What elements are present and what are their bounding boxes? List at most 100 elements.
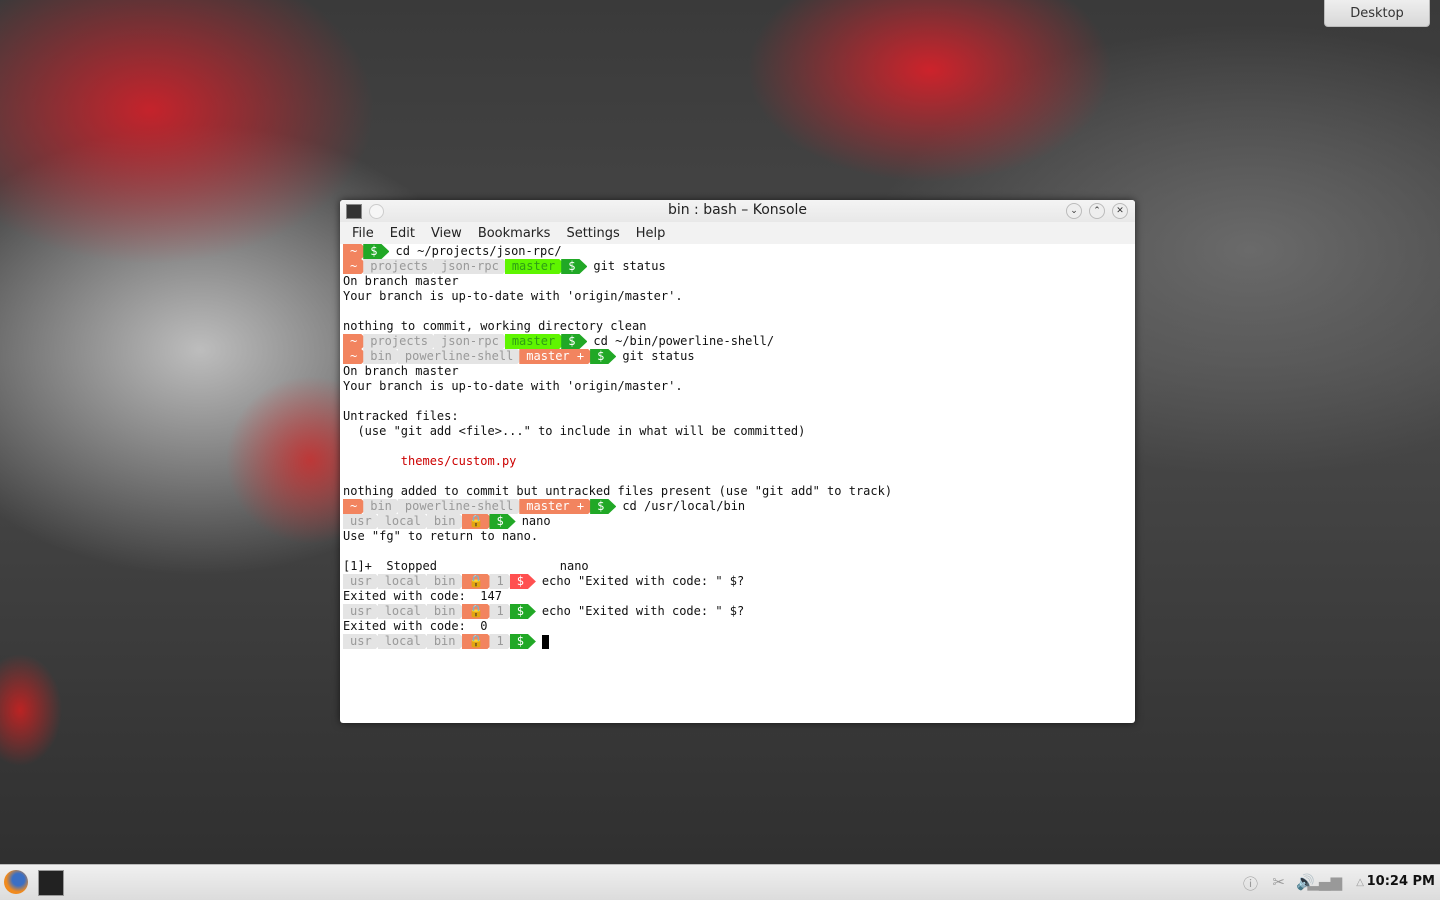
prompt-segment: bin	[427, 634, 468, 649]
prompt-segment: $	[510, 574, 536, 589]
prompt-segment: usr	[343, 604, 384, 619]
prompt-segment: master	[505, 334, 567, 349]
prompt-segment: $	[510, 604, 536, 619]
output-line: Untracked files:	[343, 409, 1132, 424]
prompt-segment: bin	[427, 514, 468, 529]
output-text: nothing to commit, working directory cle…	[343, 319, 647, 333]
output-line: (use "git add <file>..." to include in w…	[343, 424, 1132, 439]
title-bar[interactable]: bin : bash – Konsole ⌄ ⌃ ✕	[340, 200, 1135, 222]
prompt-segment: master	[505, 259, 567, 274]
menu-bar: File Edit View Bookmarks Settings Help	[340, 222, 1135, 244]
output-text: On branch master	[343, 364, 459, 378]
minimize-button[interactable]: ⌄	[1066, 203, 1082, 219]
output-line: Exited with code: 0	[343, 619, 1132, 634]
clock[interactable]: 10:24 PM	[1367, 874, 1435, 889]
output-text: [1]+ Stopped nano	[343, 559, 589, 573]
output-text: On branch master	[343, 274, 459, 288]
prompt-segment: $	[363, 244, 389, 259]
expand-tray-icon[interactable]: △	[1356, 877, 1364, 888]
info-icon[interactable]: ⓘ	[1243, 873, 1258, 894]
command-text: git status	[622, 349, 695, 363]
konsole-task-icon[interactable]	[38, 870, 64, 896]
command-text: cd ~/bin/powerline-shell/	[593, 334, 775, 348]
prompt-segment: usr	[343, 574, 384, 589]
prompt-segment: $	[590, 349, 616, 364]
prompt-segment: $	[590, 499, 616, 514]
prompt-line: ~ projects json-rpc master $ cd ~/bin/powerli…	[343, 334, 1132, 349]
maximize-button[interactable]: ⌃	[1089, 203, 1105, 219]
output-text: Your branch is up-to-date with 'origin/m…	[343, 379, 683, 393]
close-button[interactable]: ✕	[1112, 203, 1128, 219]
prompt-segment: json-rpc	[434, 259, 511, 274]
command-text: cd ~/projects/json-rpc/	[395, 244, 562, 258]
output-line: Use "fg" to return to nano.	[343, 529, 1132, 544]
text-cursor	[541, 634, 549, 649]
prompt-segment: powerline-shell	[398, 349, 525, 364]
prompt-segment: usr	[343, 514, 384, 529]
command-text: echo "Exited with code: " $?	[541, 604, 745, 618]
prompt-segment: local	[378, 514, 433, 529]
prompt-line: ~ bin powerline-shell master + $ git status	[343, 349, 1132, 364]
output-text: Exited with code: 0	[343, 619, 488, 633]
output-line: On branch master	[343, 274, 1132, 289]
output-line: Your branch is up-to-date with 'origin/m…	[343, 289, 1132, 304]
prompt-segment: bin	[363, 349, 404, 364]
output-line: [1]+ Stopped nano	[343, 559, 1132, 574]
desktop-button-label: Desktop	[1350, 5, 1404, 21]
output-text: nothing added to commit but untracked fi…	[343, 484, 893, 498]
prompt-segment: bin	[427, 604, 468, 619]
network-signal-icon[interactable]: ▂▄▆	[1307, 873, 1342, 891]
menu-view[interactable]: View	[423, 226, 470, 241]
prompt-line: ~ $ cd ~/projects/json-rpc/	[343, 244, 1132, 259]
output-text: (use "git add <file>..." to include in w…	[343, 424, 806, 438]
command-text: cd /usr/local/bin	[622, 499, 746, 513]
menu-bookmarks[interactable]: Bookmarks	[470, 226, 559, 241]
prompt-segment: $	[561, 334, 587, 349]
prompt-segment: local	[378, 604, 433, 619]
konsole-window: bin : bash – Konsole ⌄ ⌃ ✕ File Edit Vie…	[340, 200, 1135, 723]
output-line: Your branch is up-to-date with 'origin/m…	[343, 379, 1132, 394]
prompt-line: ~ bin powerline-shell master + $ cd /usr/loca…	[343, 499, 1132, 514]
taskbar: ⓘ ✂ 🔊 ▂▄▆ △ 10:24 PM	[0, 864, 1440, 900]
output-line: themes/custom.py	[343, 454, 1132, 469]
output-text: Use "fg" to return to nano.	[343, 529, 539, 543]
prompt-segment: json-rpc	[434, 334, 511, 349]
output-line: On branch master	[343, 364, 1132, 379]
prompt-segment: master +	[519, 499, 596, 514]
terminal-output[interactable]: ~ $ cd ~/projects/json-rpc/~ projects json-r…	[340, 244, 1135, 649]
menu-file[interactable]: File	[344, 226, 382, 241]
output-text: Your branch is up-to-date with 'origin/m…	[343, 289, 683, 303]
window-title: bin : bash – Konsole	[667, 202, 808, 218]
prompt-line: ~ projects json-rpc master $ git status	[343, 259, 1132, 274]
output-text: themes/custom.py	[343, 454, 517, 468]
prompt-segment: $	[561, 259, 587, 274]
prompt-segment: usr	[343, 634, 384, 649]
klipper-scissors-icon[interactable]: ✂	[1272, 873, 1285, 891]
prompt-line: usr local bin 🔒 1 $ echo "Exited with code: " …	[343, 604, 1132, 619]
desktop-button[interactable]: Desktop	[1324, 0, 1430, 27]
menu-help[interactable]: Help	[628, 226, 674, 241]
prompt-segment: local	[378, 634, 433, 649]
prompt-segment: $	[489, 514, 515, 529]
output-line: Exited with code: 147	[343, 589, 1132, 604]
prompt-segment: bin	[363, 499, 404, 514]
prompt-line: usr local bin 🔒 1 $	[343, 634, 1132, 649]
prompt-line: usr local bin 🔒 $ nano	[343, 514, 1132, 529]
prompt-line: usr local bin 🔒 1 $ echo "Exited with code: " …	[343, 574, 1132, 589]
menu-settings[interactable]: Settings	[558, 226, 627, 241]
output-text: Untracked files:	[343, 409, 459, 423]
prompt-segment: bin	[427, 574, 468, 589]
prompt-segment: projects	[363, 334, 440, 349]
output-line: nothing to commit, working directory cle…	[343, 319, 1132, 334]
command-text: echo "Exited with code: " $?	[541, 574, 745, 588]
prompt-segment: powerline-shell	[398, 499, 525, 514]
output-line: nothing added to commit but untracked fi…	[343, 484, 1132, 499]
command-text: git status	[593, 259, 666, 273]
menu-edit[interactable]: Edit	[382, 226, 423, 241]
firefox-launcher-icon[interactable]	[4, 870, 28, 894]
